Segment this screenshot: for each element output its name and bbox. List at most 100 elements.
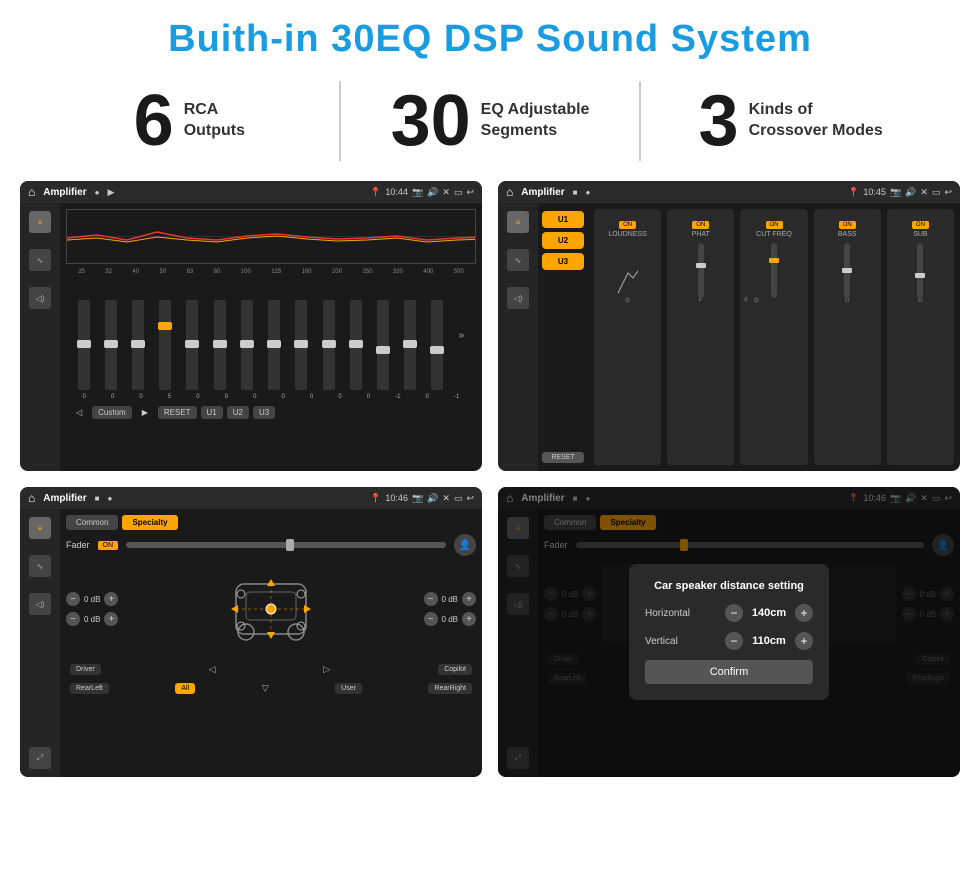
- right-arrow[interactable]: ▷: [323, 664, 330, 675]
- fader-on-badge[interactable]: ON: [98, 541, 119, 550]
- confirm-button[interactable]: Confirm: [645, 660, 813, 684]
- all-btn[interactable]: All: [175, 683, 195, 694]
- u2-button[interactable]: U2: [227, 406, 249, 419]
- db-plus-br[interactable]: +: [462, 612, 476, 626]
- eq-icon-3[interactable]: ≡: [29, 517, 51, 539]
- vertical-plus-btn[interactable]: +: [795, 632, 813, 650]
- speaker-icon-3[interactable]: ◁): [29, 593, 51, 615]
- amp2-reset-button[interactable]: RESET: [542, 452, 584, 463]
- home-icon[interactable]: ⌂: [28, 185, 35, 199]
- tab-specialty[interactable]: Specialty: [122, 515, 177, 530]
- cutfreq-slider[interactable]: [744, 238, 803, 298]
- slider-12[interactable]: [377, 300, 389, 390]
- prev-button[interactable]: ◁: [70, 406, 88, 419]
- back-icon-2[interactable]: ↩: [944, 187, 952, 198]
- loudness-curve: [613, 243, 643, 298]
- home-icon-3[interactable]: ⌂: [28, 491, 35, 505]
- slider-3[interactable]: [132, 300, 144, 390]
- slider-14[interactable]: [431, 300, 443, 390]
- slider-6[interactable]: [214, 300, 226, 390]
- screens-grid: ⌂ Amplifier ● ▶ 📍 10:44 📷 🔊 ✕ ▭ ↩ ≡ ∿ ◁): [0, 171, 980, 787]
- more-icon[interactable]: »: [459, 330, 465, 341]
- home-icon-2[interactable]: ⌂: [506, 185, 513, 199]
- topbar-icons: 📍 10:44 📷 🔊 ✕ ▭ ↩: [370, 187, 474, 198]
- eq-values: 0005000 0000-10-1: [66, 394, 476, 400]
- u1-button[interactable]: U1: [201, 406, 223, 419]
- sub-slider[interactable]: [891, 238, 950, 298]
- back-icon[interactable]: ↩: [466, 187, 474, 198]
- wave-icon[interactable]: ∿: [29, 249, 51, 271]
- slider-2[interactable]: [105, 300, 117, 390]
- rearright-btn[interactable]: RearRight: [428, 683, 472, 694]
- db-minus-tr[interactable]: −: [424, 592, 438, 606]
- close-icon[interactable]: ✕: [442, 187, 450, 198]
- close-icon-2[interactable]: ✕: [920, 187, 928, 198]
- slider-10[interactable]: [323, 300, 335, 390]
- db-plus-tl[interactable]: +: [104, 592, 118, 606]
- left-db-controls: − 0 dB + − 0 dB +: [66, 592, 118, 626]
- eq-icon-2[interactable]: ≡: [507, 211, 529, 233]
- u3-button[interactable]: U3: [253, 406, 275, 419]
- preset-u2[interactable]: U2: [542, 232, 584, 249]
- bass-slider[interactable]: [818, 238, 877, 298]
- horizontal-plus-btn[interactable]: +: [795, 604, 813, 622]
- close-icon-3[interactable]: ✕: [442, 493, 450, 504]
- user-btn[interactable]: User: [335, 683, 362, 694]
- reset-button[interactable]: RESET: [158, 406, 197, 419]
- slider-9[interactable]: [295, 300, 307, 390]
- cutfreq-on-badge[interactable]: ON: [766, 221, 783, 229]
- wave-icon-2[interactable]: ∿: [507, 249, 529, 271]
- down-arrow[interactable]: ▽: [262, 683, 269, 694]
- slider-1[interactable]: [78, 300, 90, 390]
- window-icon-3[interactable]: ▭: [454, 493, 463, 504]
- window-icon-2[interactable]: ▭: [932, 187, 941, 198]
- slider-5[interactable]: [186, 300, 198, 390]
- slider-11[interactable]: [350, 300, 362, 390]
- screen1-eq: ⌂ Amplifier ● ▶ 📍 10:44 📷 🔊 ✕ ▭ ↩ ≡ ∿ ◁): [20, 181, 482, 471]
- db-minus-br[interactable]: −: [424, 612, 438, 626]
- slider-8[interactable]: [268, 300, 280, 390]
- speaker-icon-2[interactable]: ◁): [507, 287, 529, 309]
- loudness-on-badge[interactable]: ON: [619, 221, 636, 229]
- rearleft-btn[interactable]: RearLeft: [70, 683, 109, 694]
- window-icon[interactable]: ▭: [454, 187, 463, 198]
- sub-label: SUB: [891, 231, 950, 238]
- eq-icon[interactable]: ≡: [29, 211, 51, 233]
- stat-crossover: 3 Kinds of Crossover Modes: [661, 85, 920, 157]
- db-minus-tl[interactable]: −: [66, 592, 80, 606]
- camera-icon-2: 📷: [890, 187, 901, 198]
- left-arrow[interactable]: ◁: [209, 664, 216, 675]
- db-plus-bl[interactable]: +: [104, 612, 118, 626]
- next-button[interactable]: ▶: [136, 406, 154, 419]
- stat-rca-desc1: RCA: [184, 100, 245, 121]
- phat-on-badge[interactable]: ON: [692, 221, 709, 229]
- speaker-icon[interactable]: ◁): [29, 287, 51, 309]
- location-icon-2: 📍: [848, 187, 859, 198]
- driver-btn[interactable]: Driver: [70, 664, 101, 675]
- fader-slider[interactable]: [126, 542, 446, 548]
- db-plus-tr[interactable]: +: [462, 592, 476, 606]
- bass-on-badge[interactable]: ON: [839, 221, 856, 229]
- slider-13[interactable]: [404, 300, 416, 390]
- phat-slider[interactable]: [671, 238, 730, 298]
- cutfreq-label: CUT FREQ: [744, 231, 803, 238]
- sub-on-badge[interactable]: ON: [912, 221, 929, 229]
- person-icon: 👤: [454, 534, 476, 556]
- expand-icon-3[interactable]: ⤢: [29, 747, 51, 769]
- copilot-btn[interactable]: Copilot: [438, 664, 472, 675]
- tab-common[interactable]: Common: [66, 515, 118, 530]
- preset-u3[interactable]: U3: [542, 253, 584, 270]
- vertical-minus-btn[interactable]: −: [725, 632, 743, 650]
- horizontal-minus-btn[interactable]: −: [725, 604, 743, 622]
- fader-tabs: Common Specialty: [66, 515, 476, 530]
- db-control-bl: − 0 dB +: [66, 612, 118, 626]
- wave-icon-3[interactable]: ∿: [29, 555, 51, 577]
- back-icon-3[interactable]: ↩: [466, 493, 474, 504]
- db-minus-bl[interactable]: −: [66, 612, 80, 626]
- dot-icon-2: ■: [573, 188, 578, 197]
- slider-7[interactable]: [241, 300, 253, 390]
- slider-4[interactable]: [159, 300, 171, 390]
- preset-u1[interactable]: U1: [542, 211, 584, 228]
- screen3-title: Amplifier: [43, 493, 86, 504]
- amp2-modules: ON LOUDNESS G ON PHAT F: [588, 203, 960, 471]
